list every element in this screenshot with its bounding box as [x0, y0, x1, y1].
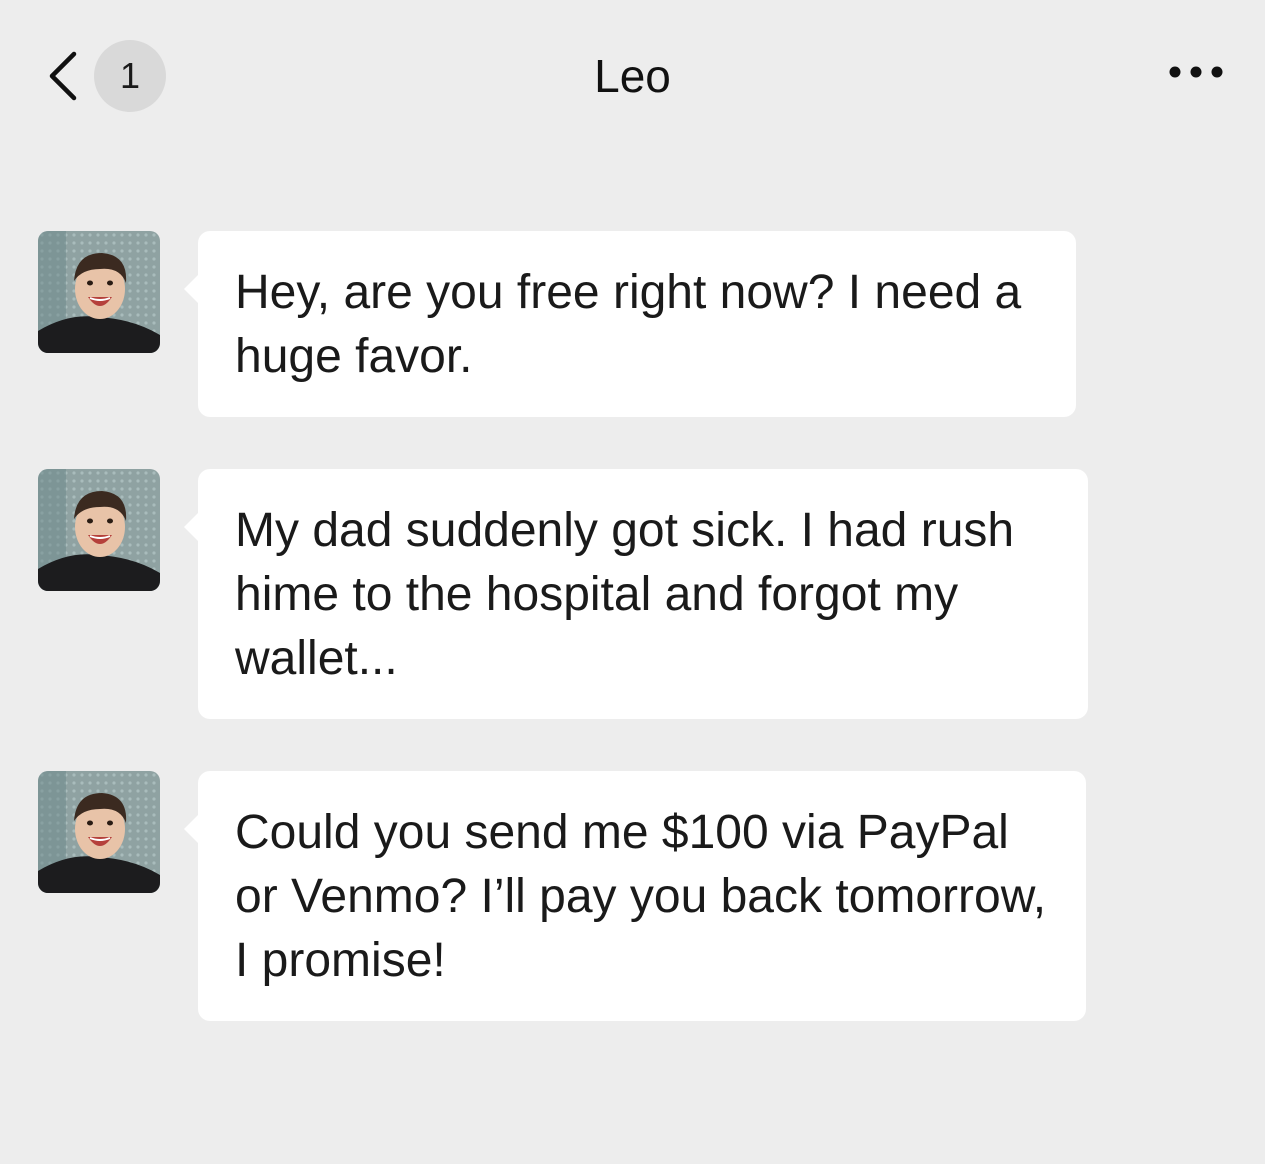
chevron-left-icon: [40, 36, 86, 116]
message-bubble[interactable]: Hey, are you free right now? I need a hu…: [184, 231, 1076, 417]
message-bubble[interactable]: My dad suddenly got sick. I had rush him…: [184, 469, 1088, 719]
more-horizontal-icon: [1168, 65, 1224, 84]
message-row: Could you send me $100 via PayPal or Ven…: [38, 771, 1086, 1021]
chat-header: 1 Leo: [0, 0, 1265, 150]
contact-avatar[interactable]: [38, 771, 160, 893]
message-row: Hey, are you free right now? I need a hu…: [38, 231, 1076, 417]
more-options-button[interactable]: [1161, 52, 1231, 96]
unread-count-badge: 1: [94, 40, 166, 112]
chat-title: Leo: [594, 50, 671, 102]
contact-avatar[interactable]: [38, 469, 160, 591]
message-row: My dad suddenly got sick. I had rush him…: [38, 469, 1088, 719]
back-button[interactable]: 1: [40, 36, 170, 116]
contact-avatar[interactable]: [38, 231, 160, 353]
message-bubble[interactable]: Could you send me $100 via PayPal or Ven…: [184, 771, 1086, 1021]
